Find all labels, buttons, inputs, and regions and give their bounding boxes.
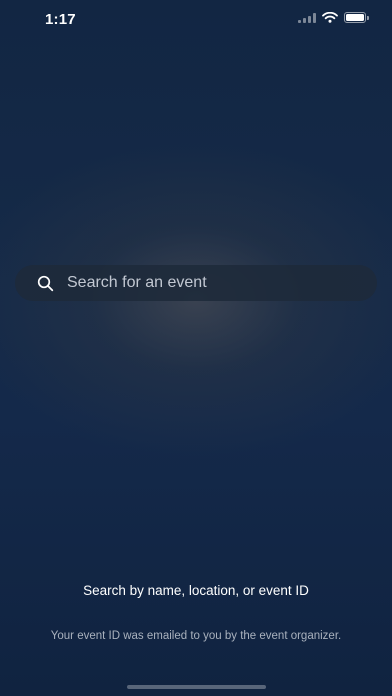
home-indicator[interactable] — [127, 685, 266, 689]
search-input[interactable] — [67, 274, 377, 292]
status-time: 1:17 — [45, 11, 76, 28]
event-search-screen: 1:17 Search by name, loca — [0, 0, 392, 696]
status-bar: 1:17 — [0, 0, 392, 40]
battery-cap — [367, 16, 369, 20]
search-bar[interactable] — [15, 265, 377, 301]
battery-level — [346, 14, 364, 21]
search-hint-title: Search by name, location, or event ID — [83, 583, 309, 598]
search-icon — [37, 275, 54, 291]
signal-icon — [298, 12, 316, 23]
status-icons — [298, 12, 369, 23]
battery-icon — [344, 12, 369, 23]
search-hint-body: Your event ID was emailed to you by the … — [50, 630, 342, 642]
wifi-icon — [322, 12, 338, 23]
